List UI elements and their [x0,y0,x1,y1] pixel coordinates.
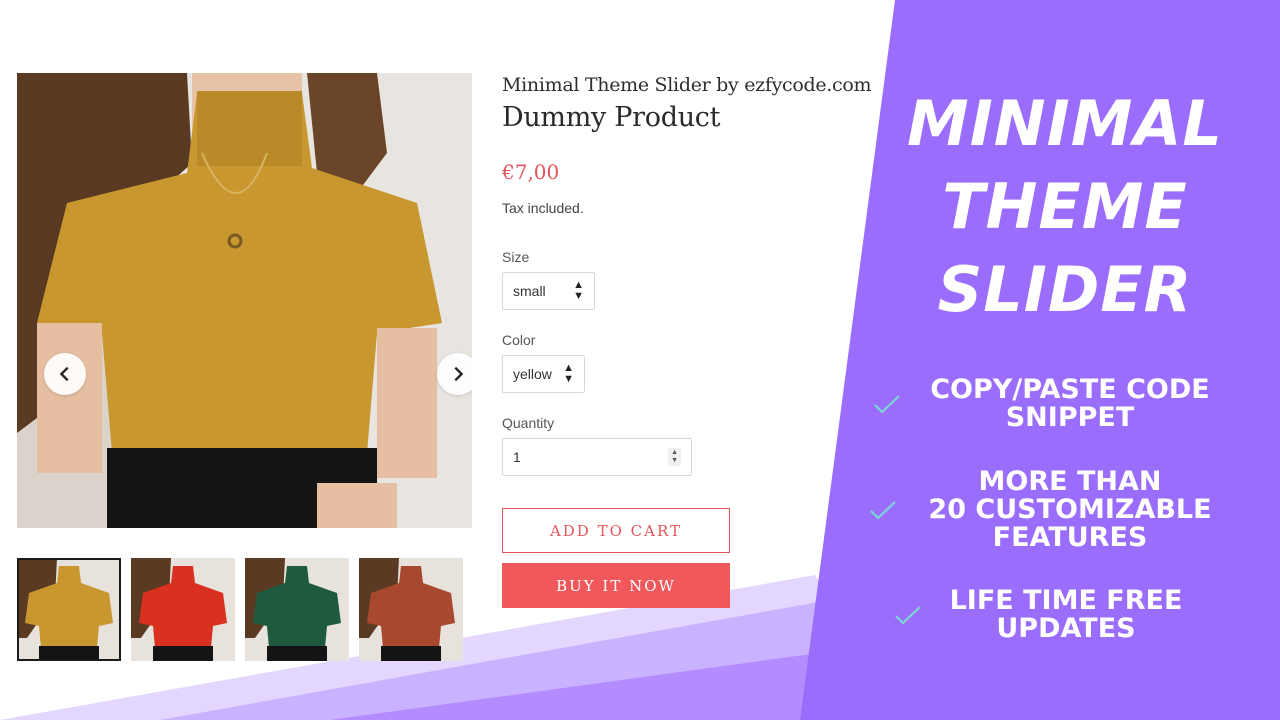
select-caret-icon: ▲ ▼ [573,279,584,302]
quantity-stepper[interactable]: 1 ▲ ▼ [502,438,692,476]
size-select-value: small [513,283,546,299]
quantity-label: Quantity [502,415,555,431]
add-to-cart-button[interactable]: ADD TO CART [502,508,730,553]
promo-title-line: SLIDER [937,253,1193,326]
stepper-arrows-icon[interactable]: ▲ ▼ [668,448,681,466]
size-label: Size [502,249,530,265]
check-icon [870,501,896,520]
tax-note: Tax included. [502,200,584,216]
thumbnail-green[interactable] [245,558,349,661]
page: Minimal Theme Slider by ezfycode.com Dum… [0,0,1280,720]
check-icon [895,606,921,625]
feature-line: COPY/PASTE CODE [930,374,1210,405]
product-title: Dummy Product [502,102,721,133]
thumbnail-red[interactable] [131,558,235,661]
thumbnail-yellow[interactable] [17,558,121,661]
product-vendor: Minimal Theme Slider by ezfycode.com [502,74,872,96]
feature-copy-paste: COPY/PASTE CODE SNIPPET [872,376,1220,432]
color-select-value: yellow [513,366,552,382]
feature-line: UPDATES [996,613,1136,644]
feature-line: 20 CUSTOMIZABLE [928,494,1212,525]
chevron-right-icon [454,366,464,382]
buy-now-button[interactable]: BUY IT NOW [502,563,730,608]
product-info: Minimal Theme Slider by ezfycode.com Dum… [502,74,892,608]
chevron-left-icon [59,366,69,382]
feature-line: SNIPPET [1005,402,1135,433]
select-caret-icon: ▲ ▼ [563,362,574,385]
feature-line: LIFE TIME FREE [949,585,1183,616]
slider-next-button[interactable] [437,353,472,395]
product-main-image [17,73,472,528]
feature-line: FEATURES [992,522,1148,553]
color-select[interactable]: yellow ▲ ▼ [502,355,585,393]
feature-line: MORE THAN [978,466,1162,497]
quantity-value: 1 [513,449,521,465]
promo-title-line: MINIMAL [907,87,1223,160]
size-select[interactable]: small ▲ ▼ [502,272,595,310]
promo-title-line: THEME [942,170,1188,243]
feature-customizable: MORE THAN 20 CUSTOMIZABLE FEATURES [868,468,1240,552]
thumbnail-rust[interactable] [359,558,463,661]
check-icon [874,395,900,414]
slider-prev-button[interactable] [44,353,86,395]
color-label: Color [502,332,536,348]
feature-free-updates: LIFE TIME FREE UPDATES [893,587,1201,643]
product-price: €7,00 [502,160,560,184]
promo-title: MINIMAL THEME SLIDER [905,82,1225,331]
